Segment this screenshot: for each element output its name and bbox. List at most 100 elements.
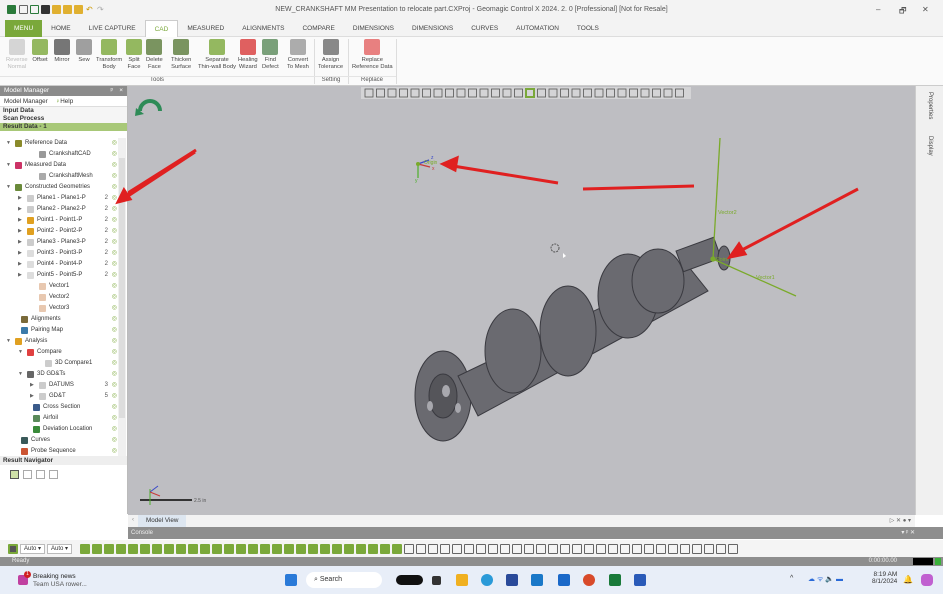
selection-tool-button[interactable] [164,543,175,554]
visibility-icon[interactable]: ◎ [112,259,117,270]
selection-tool-button[interactable] [308,543,319,554]
selection-mode-icon[interactable] [8,543,18,554]
ribbon-button-replace-reference[interactable]: Replace Reference Data [352,39,393,70]
selection-tool-button[interactable] [80,543,91,554]
expand-toggle[interactable]: ▶ [30,391,34,402]
visibility-icon[interactable]: ◎ [112,171,117,182]
expand-toggle[interactable]: ▶ [18,237,22,248]
tree-item[interactable]: ▶ Point3 - Point3-P 2 ◎ [0,248,118,259]
tool-button[interactable] [584,543,595,554]
visibility-icon[interactable]: ◎ [112,160,117,171]
tree-item[interactable]: ▶ Point5 - Point5-P 2 ◎ [0,270,118,281]
visibility-icon[interactable]: ◎ [112,215,117,226]
properties-tab[interactable]: Properties [927,92,933,119]
tool-button[interactable] [476,543,487,554]
tool-button[interactable] [488,543,499,554]
visibility-icon[interactable]: ◎ [112,281,117,292]
tree-scrollbar[interactable] [118,138,126,458]
tree-item[interactable]: ▼ Compare ◎ [0,347,118,358]
expand-toggle[interactable]: ▶ [18,193,22,204]
expand-toggle[interactable]: ▶ [18,248,22,259]
selection-tool-button[interactable] [380,543,391,554]
tab-dimensions-2[interactable]: DIMENSIONS [403,20,462,37]
tool-button[interactable] [704,543,715,554]
visibility-icon[interactable]: ◎ [112,413,117,424]
selection-tool-button[interactable] [296,543,307,554]
select-filter-dropdown[interactable]: Auto ▾ [47,543,73,554]
tool-button[interactable] [428,543,439,554]
tool-button[interactable] [404,543,415,554]
taskbar-search[interactable]: ⌕ Search [306,572,382,588]
tab-model-manager[interactable]: Model Manager [4,98,48,105]
visibility-icon[interactable]: ◎ [112,204,117,215]
visibility-icon[interactable]: ◎ [112,292,117,303]
tab-compare[interactable]: COMPARE [293,20,343,37]
pin-icon[interactable]: ᵖ [111,86,113,96]
tree-item[interactable]: ▶ Point1 - Point1-P 2 ◎ [0,215,118,226]
ribbon-button-separate[interactable]: Separate Thin-wall Body [198,39,236,70]
tree-item[interactable]: ▼ Reference Data ◎ [0,138,118,149]
visibility-icon[interactable]: ◎ [112,237,117,248]
close-button[interactable]: ✕ [922,5,929,14]
ribbon-button-mirror[interactable]: Mirror [54,39,70,64]
tree-item[interactable]: Vector3 ◎ [0,303,118,314]
expand-toggle[interactable]: ▼ [6,160,11,171]
tree-item[interactable]: ▶ Point2 - Point2-P 2 ◎ [0,226,118,237]
selection-tool-button[interactable] [200,543,211,554]
selection-tool-button[interactable] [140,543,151,554]
crankshaft-model[interactable] [414,236,731,442]
ribbon-button-offset[interactable]: Offset [32,39,48,64]
visibility-icon[interactable]: ◎ [112,347,117,358]
tab-model-view[interactable]: Model View [138,515,187,527]
restore-button[interactable]: 🗗 [899,5,907,19]
tree-item[interactable]: ▼ 3D GD&Ts ◎ [0,369,118,380]
tool-button[interactable] [572,543,583,554]
selection-tool-button[interactable] [248,543,259,554]
tree-item[interactable]: ▶ Plane3 - Plane3-P 2 ◎ [0,237,118,248]
tree-item[interactable]: ▶ Plane1 - Plane1-P 2 ◎ [0,193,118,204]
ribbon-button-healing[interactable]: Healing Wizard [238,39,258,70]
visibility-icon[interactable]: ◎ [112,193,117,204]
tool-button[interactable] [596,543,607,554]
tool-button[interactable] [680,543,691,554]
result-data-section[interactable]: Result Data - 1 [0,123,127,131]
tab-live-capture[interactable]: LIVE CAPTURE [80,20,145,37]
task-view-icon[interactable] [432,576,441,585]
edge-icon[interactable] [481,574,493,586]
tree-item[interactable]: ▶ DATUMS 3 ◎ [0,380,118,391]
clock[interactable]: 8:19 AM 8/1/2024 [872,571,897,585]
selection-tool-button[interactable] [368,543,379,554]
visibility-icon[interactable]: ◎ [112,336,117,347]
visibility-icon[interactable]: ◎ [112,369,117,380]
tool-button[interactable] [644,543,655,554]
view-toolbar[interactable] [361,87,691,99]
store-icon[interactable] [506,574,518,586]
tree-item[interactable]: CrankshaftCAD ◎ [0,149,118,160]
ribbon-button-find[interactable]: Find Defect [262,39,279,70]
tool-button[interactable] [668,543,679,554]
expand-toggle[interactable]: ▼ [18,347,23,358]
ribbon-button-thicken[interactable]: Thicken Surface [171,39,191,70]
tool-button[interactable] [716,543,727,554]
tool-button[interactable] [512,543,523,554]
mastercam-icon[interactable] [396,575,423,585]
tool-button[interactable] [632,543,643,554]
selection-tool-button[interactable] [320,543,331,554]
tree-item[interactable]: Pairing Map ◎ [0,325,118,336]
expand-toggle[interactable]: ▼ [6,336,11,347]
selection-tool-button[interactable] [332,543,343,554]
tree-item[interactable]: ▼ Constructed Geometries ◎ [0,182,118,193]
scan-process-section[interactable]: Scan Process [0,115,127,123]
powerpoint-icon[interactable] [583,574,595,586]
ribbon-button-transform[interactable]: Transform Body [96,39,122,70]
tree-item[interactable]: ▶ Plane2 - Plane2-P 2 ◎ [0,204,118,215]
visibility-icon[interactable]: ◎ [112,149,117,160]
expand-toggle[interactable]: ▶ [18,259,22,270]
selection-tool-button[interactable] [116,543,127,554]
tool-button[interactable] [608,543,619,554]
ribbon-button-convert[interactable]: Convert To Mesh [287,39,309,70]
tree-item[interactable]: CrankshaftMesh ◎ [0,171,118,182]
tree-item[interactable]: Deviation Location ◎ [0,424,118,435]
selection-tool-button[interactable] [260,543,271,554]
selection-tool-button[interactable] [392,543,403,554]
